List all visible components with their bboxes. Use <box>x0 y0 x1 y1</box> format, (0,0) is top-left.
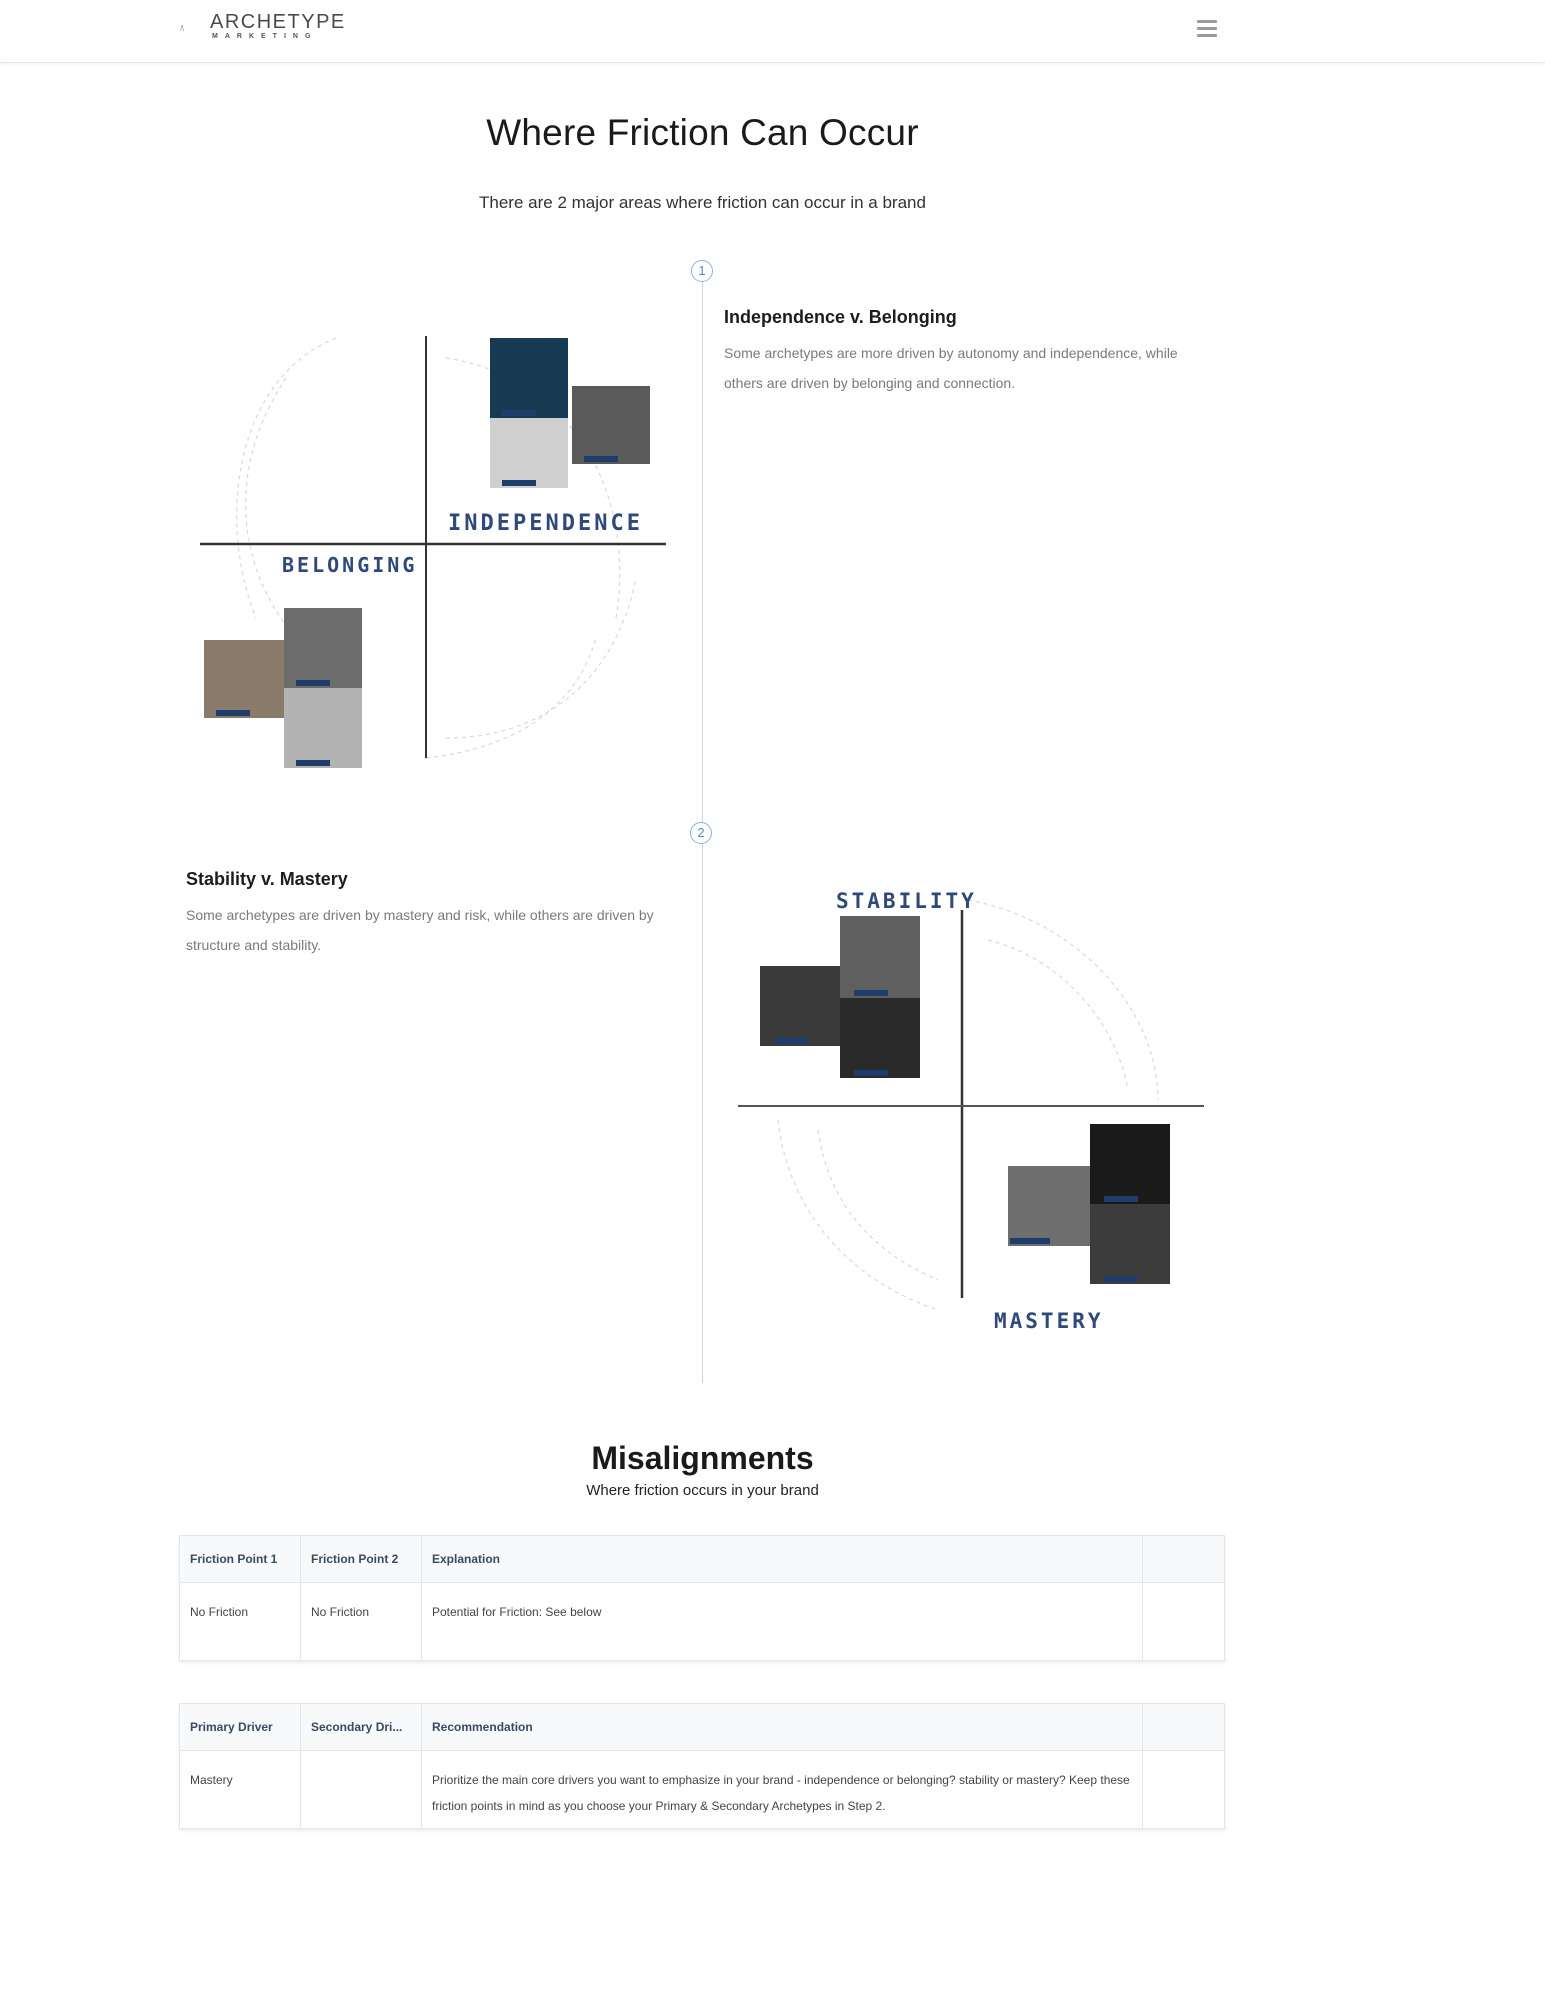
table-row[interactable]: No Friction No Friction Potential for Fr… <box>179 1582 1225 1661</box>
step-1-marker: 1 <box>691 260 713 282</box>
column-header[interactable]: Friction Point 2 <box>300 1535 422 1583</box>
table-cell: Mastery <box>179 1750 301 1829</box>
quadrant-label-mastery: MASTERY <box>994 1309 1104 1333</box>
section-body-stability: Some archetypes are driven by mastery an… <box>186 907 654 953</box>
page-intro: There are 2 major areas where friction c… <box>479 193 926 212</box>
independence-belonging-quadrant-image: INDEPENDENCE BELONGING <box>196 318 668 772</box>
friction-table: Friction Point 1 Friction Point 2 Explan… <box>179 1535 1225 1661</box>
table-cell <box>1142 1750 1225 1829</box>
stability-mastery-quadrant-image: STABILITY MASTERY <box>738 880 1206 1340</box>
table-cell: No Friction <box>179 1582 301 1661</box>
page-title: Where Friction Can Occur <box>486 112 919 153</box>
column-header <box>1142 1535 1225 1583</box>
quadrant-label-stability: STABILITY <box>836 889 977 913</box>
quadrant-graphic-2: STABILITY MASTERY <box>738 889 1204 1333</box>
column-header[interactable]: Explanation <box>421 1535 1143 1583</box>
section-heading-stability: Stability v. Mastery <box>186 869 348 889</box>
table-cell: No Friction <box>300 1582 422 1661</box>
quadrant-label-independence: INDEPENDENCE <box>448 511 643 536</box>
step-2-marker: 2 <box>690 822 712 844</box>
column-header <box>1142 1703 1225 1751</box>
brand-logo-icon[interactable] <box>180 8 208 48</box>
column-header[interactable]: Secondary Dri... <box>300 1703 422 1751</box>
misalignments-subtitle: Where friction occurs in your brand <box>586 1482 819 1499</box>
section-heading-independence: Independence v. Belonging <box>724 307 957 327</box>
column-header[interactable]: Friction Point 1 <box>179 1535 301 1583</box>
table-cell: Prioritize the main core drivers you wan… <box>421 1750 1143 1829</box>
column-header[interactable]: Primary Driver <box>179 1703 301 1751</box>
table-cell: Potential for Friction: See below <box>421 1582 1143 1661</box>
friction-table-grid: Friction Point 1 Friction Point 2 Explan… <box>179 1535 1225 1661</box>
quadrant-graphic-1: INDEPENDENCE BELONGING <box>200 336 666 768</box>
section-body-independence: Some archetypes are more driven by auton… <box>724 345 1178 391</box>
table-row[interactable]: Mastery Prioritize the main core drivers… <box>179 1750 1225 1829</box>
column-header[interactable]: Recommendation <box>421 1703 1143 1751</box>
table-cell <box>1142 1582 1225 1661</box>
quadrant-label-belonging: BELONGING <box>282 553 417 577</box>
misalignments-title: Misalignments <box>591 1440 814 1476</box>
hamburger-menu-icon[interactable] <box>1197 20 1217 37</box>
brand-name[interactable]: ARCHETYPE <box>210 11 346 34</box>
brand-subtitle: MARKETING <box>212 33 318 40</box>
recommendation-table: Primary Driver Secondary Dri... Recommen… <box>179 1703 1225 1829</box>
recommendation-table-grid: Primary Driver Secondary Dri... Recommen… <box>179 1703 1225 1829</box>
table-cell <box>300 1750 422 1829</box>
